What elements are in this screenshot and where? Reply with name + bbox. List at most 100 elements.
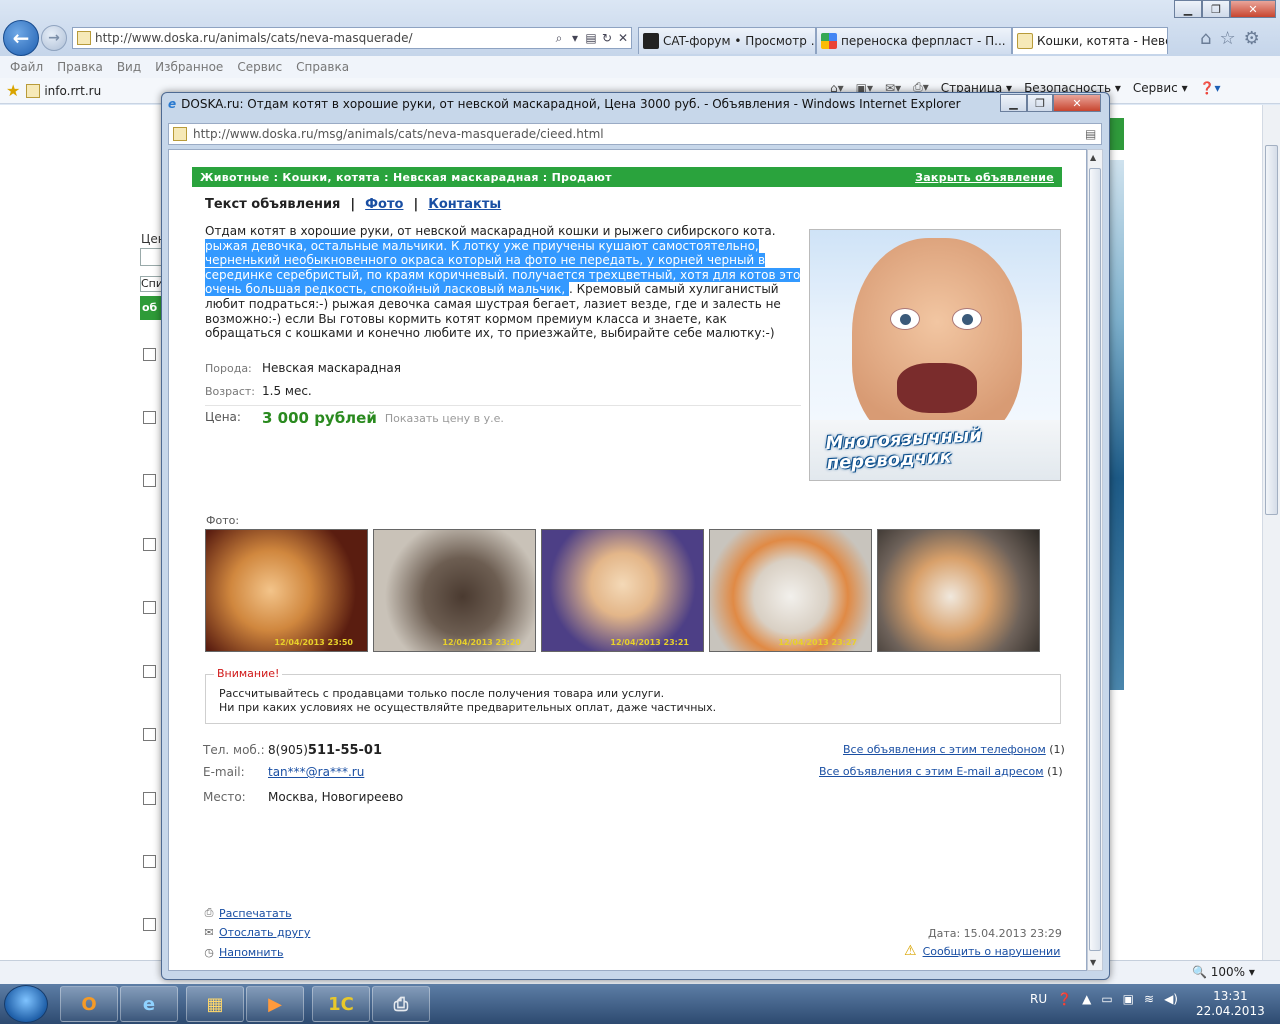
- phone-value: 8(905)511-55-01: [268, 743, 382, 758]
- bg-checkbox[interactable]: [143, 348, 156, 361]
- clock[interactable]: 13:31 22.04.2013: [1196, 989, 1265, 1019]
- tab-contacts[interactable]: Контакты: [428, 197, 501, 212]
- cmd-tools[interactable]: Сервис ▾: [1133, 81, 1188, 95]
- photos-label: Фото:: [206, 514, 240, 527]
- help-tray-icon[interactable]: ❓: [1057, 992, 1072, 1006]
- close-ad-link[interactable]: Закрыть объявление: [915, 171, 1054, 184]
- favorite-link[interactable]: info.rrt.ru: [26, 83, 102, 98]
- bg-checkbox[interactable]: [143, 665, 156, 678]
- menu-favorites[interactable]: Избранное: [155, 60, 223, 74]
- popup-scrollbar[interactable]: ▲ ▼: [1087, 149, 1103, 971]
- scroll-thumb[interactable]: [1265, 145, 1278, 515]
- stop-icon[interactable]: ✕: [615, 31, 631, 45]
- browser-maximize-button[interactable]: ❐: [1202, 0, 1230, 18]
- zoom-control[interactable]: 🔍 100% ▾: [1192, 965, 1255, 979]
- menu-view[interactable]: Вид: [117, 60, 141, 74]
- favorites-star-icon[interactable]: ☆: [1219, 28, 1235, 49]
- 1c-taskbar-icon[interactable]: 1С: [312, 986, 370, 1022]
- menu-help[interactable]: Справка: [296, 60, 349, 74]
- search-icon[interactable]: ⌕: [551, 31, 567, 46]
- photo-thumbnail[interactable]: 12/04/2013 23:20: [373, 529, 536, 652]
- warning-text: Рассчитывайтесь с продавцами только посл…: [219, 687, 716, 714]
- menu-tools[interactable]: Сервис: [237, 60, 282, 74]
- tab-photo[interactable]: Фото: [365, 197, 403, 212]
- browser-minimize-button[interactable]: ▁: [1174, 0, 1202, 18]
- language-indicator[interactable]: RU: [1030, 992, 1047, 1006]
- compat-icon[interactable]: ▤: [583, 31, 599, 45]
- tools-gear-icon[interactable]: ⚙: [1244, 28, 1260, 49]
- bg-checkbox[interactable]: [143, 855, 156, 868]
- explorer-taskbar-icon[interactable]: ▦: [186, 986, 244, 1022]
- report-link[interactable]: Сообщить о нарушении: [923, 945, 1061, 958]
- all-by-phone-link[interactable]: Все объявления с этим телефоном: [843, 743, 1046, 756]
- fax-taskbar-icon[interactable]: ⎙: [372, 986, 430, 1022]
- scroll-thumb[interactable]: [1089, 168, 1101, 951]
- tray-arrow-icon[interactable]: ▲: [1082, 992, 1091, 1006]
- bg-checkbox[interactable]: [143, 538, 156, 551]
- page-scrollbar[interactable]: [1262, 105, 1280, 960]
- breed-label: Порода:: [205, 362, 252, 375]
- tab-cat-forum[interactable]: CAT-форум • Просмотр ...: [638, 27, 816, 54]
- bg-checkbox[interactable]: [143, 792, 156, 805]
- bg-checkbox[interactable]: [143, 601, 156, 614]
- popup-window: e DOSKA.ru: Отдам котят в хорошие руки, …: [161, 92, 1110, 980]
- remind-link[interactable]: Напомнить: [219, 946, 283, 959]
- media-player-taskbar-icon[interactable]: ▶: [246, 986, 304, 1022]
- favorites-star-icon[interactable]: ★: [6, 81, 20, 100]
- bg-checkbox[interactable]: [143, 728, 156, 741]
- refresh-icon[interactable]: ↻: [599, 31, 615, 45]
- wifi-icon[interactable]: ≋: [1144, 992, 1154, 1006]
- warning-triangle-icon: ⚠: [904, 943, 917, 959]
- ad-content: Животные : Кошки, котята : Невская маска…: [168, 149, 1087, 971]
- photo-thumbnail[interactable]: 12/04/2013 23:50: [205, 529, 368, 652]
- popup-url[interactable]: http://www.doska.ru/msg/animals/cats/nev…: [193, 127, 1085, 141]
- translator-ad-banner[interactable]: Многоязычный переводчик: [809, 229, 1061, 481]
- popup-close-button[interactable]: ✕: [1053, 94, 1101, 112]
- send-friend-link[interactable]: Отослать другу: [219, 926, 310, 939]
- zoom-value: 100%: [1210, 965, 1246, 979]
- photo-thumbnail[interactable]: [877, 529, 1040, 652]
- remind-row: ◷ Напомнить: [203, 946, 283, 959]
- volume-icon[interactable]: ◀): [1164, 992, 1178, 1006]
- tab-cats-active[interactable]: Кошки, котята - Невск... ✕: [1012, 27, 1168, 54]
- bg-checkbox[interactable]: [143, 474, 156, 487]
- all-by-email-link[interactable]: Все объявления с этим E-mail адресом: [819, 765, 1044, 778]
- email-link[interactable]: tan***@ra***.ru: [268, 765, 364, 779]
- menu-edit[interactable]: Правка: [57, 60, 103, 74]
- bg-checkbox[interactable]: [143, 411, 156, 424]
- photo-thumbnail[interactable]: 12/04/2013 23:27: [709, 529, 872, 652]
- menu-file[interactable]: Файл: [10, 60, 43, 74]
- bg-checkbox[interactable]: [143, 918, 156, 931]
- photo-thumbnail[interactable]: 12/04/2013 23:21: [541, 529, 704, 652]
- scroll-down-icon[interactable]: ▼: [1090, 958, 1096, 967]
- network-icon[interactable]: ▭: [1101, 992, 1112, 1006]
- page-icon: [1017, 33, 1033, 49]
- address-url[interactable]: http://www.doska.ru/animals/cats/neva-ma…: [95, 31, 551, 45]
- dropdown-icon[interactable]: ▾: [567, 31, 583, 45]
- price-label: Цена:: [205, 410, 241, 424]
- popup-address-bar[interactable]: http://www.doska.ru/msg/animals/cats/nev…: [168, 123, 1102, 145]
- place-label: Место:: [203, 790, 246, 804]
- back-button[interactable]: ←: [3, 20, 39, 56]
- help-icon[interactable]: ❓▾: [1200, 81, 1221, 95]
- price-convert-link[interactable]: Показать цену в у.е.: [385, 409, 504, 427]
- popup-titlebar: e DOSKA.ru: Отдам котят в хорошие руки, …: [168, 97, 961, 111]
- address-bar[interactable]: http://www.doska.ru/animals/cats/neva-ma…: [72, 27, 632, 49]
- ie-taskbar-icon[interactable]: e: [120, 986, 178, 1022]
- email-label: E-mail:: [203, 765, 245, 779]
- print-link[interactable]: Распечатать: [219, 907, 292, 920]
- phone-number: 511-55-01: [307, 743, 383, 758]
- home-icon[interactable]: ⌂: [1200, 28, 1211, 49]
- tab-carrier[interactable]: переноска ферпласт - П...: [816, 27, 1012, 54]
- start-button[interactable]: [4, 985, 48, 1023]
- popup-minimize-button[interactable]: ▁: [1000, 94, 1027, 112]
- browser-close-button[interactable]: ✕: [1230, 0, 1276, 18]
- monitor-icon[interactable]: ▣: [1123, 992, 1134, 1006]
- popup-maximize-button[interactable]: ❐: [1027, 94, 1053, 112]
- compat-icon[interactable]: ▤: [1085, 127, 1101, 141]
- scroll-up-icon[interactable]: ▲: [1090, 153, 1096, 162]
- forward-button[interactable]: →: [41, 25, 67, 51]
- favorite-label: info.rrt.ru: [44, 83, 102, 98]
- banner-eye: [890, 308, 920, 330]
- outlook-taskbar-icon[interactable]: O: [60, 986, 118, 1022]
